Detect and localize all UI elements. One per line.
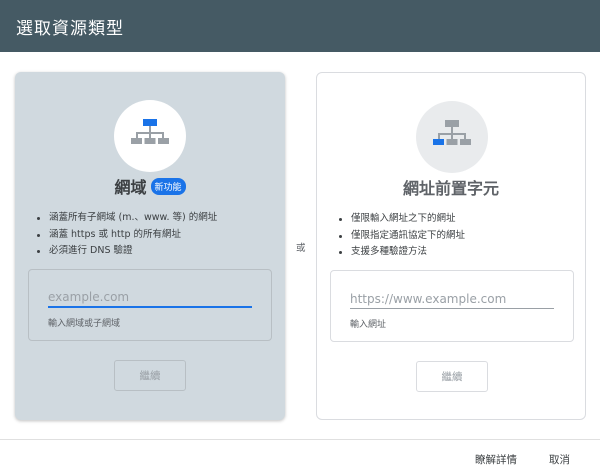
url-prefix-icon-circle: [416, 101, 488, 173]
domain-feature-list: 涵蓋所有子網域 (m.、www. 等) 的網址 涵蓋 https 或 http …: [35, 210, 275, 260]
domain-option-card[interactable]: 網域 新功能 涵蓋所有子網域 (m.、www. 等) 的網址 涵蓋 https 或…: [15, 72, 285, 420]
url-prefix-continue-button[interactable]: 繼續: [416, 361, 488, 392]
dialog-header: 選取資源類型: [0, 0, 600, 52]
url-prefix-title: 網址前置字元: [402, 179, 499, 198]
cancel-button[interactable]: 取消: [549, 452, 570, 467]
new-badge: 新功能: [150, 177, 186, 195]
list-item: 涵蓋所有子網域 (m.、www. 等) 的網址: [35, 210, 275, 227]
sitemap-icon: [131, 119, 169, 144]
domain-input-helper: 輸入網域或子網域: [48, 319, 121, 329]
url-prefix-input-box: 輸入網址: [330, 270, 574, 342]
list-item: 僅限指定通訊協定下的網址: [337, 228, 577, 245]
list-item: 僅限輸入網址之下的網址: [337, 211, 577, 228]
url-prefix-input-helper: 輸入網址: [350, 320, 387, 330]
domain-continue-button[interactable]: 繼續: [114, 360, 186, 391]
domain-title: 網域: [114, 178, 147, 197]
domain-icon-circle: [114, 100, 186, 172]
list-item: 涵蓋 https 或 http 的所有網址: [35, 227, 275, 244]
url-prefix-input[interactable]: [350, 289, 554, 309]
sitemap-prefix-icon: [433, 120, 471, 145]
learn-more-button[interactable]: 瞭解詳情: [475, 452, 517, 467]
or-separator: 或: [296, 243, 306, 254]
domain-input[interactable]: [48, 288, 252, 308]
list-item: 支援多種驗證方法: [337, 244, 577, 261]
list-item: 必須進行 DNS 驗證: [35, 243, 275, 260]
url-prefix-feature-list: 僅限輸入網址之下的網址 僅限指定通訊協定下的網址 支援多種驗證方法: [337, 211, 577, 261]
url-prefix-title-row: 網址前置字元: [317, 175, 585, 199]
footer-divider: [0, 439, 600, 440]
domain-title-row: 網域 新功能: [15, 174, 285, 198]
url-prefix-option-card[interactable]: 網址前置字元 僅限輸入網址之下的網址 僅限指定通訊協定下的網址 支援多種驗證方法…: [316, 72, 586, 420]
domain-input-box: 輸入網域或子網域: [28, 269, 272, 341]
dialog-title: 選取資源類型: [16, 19, 124, 39]
